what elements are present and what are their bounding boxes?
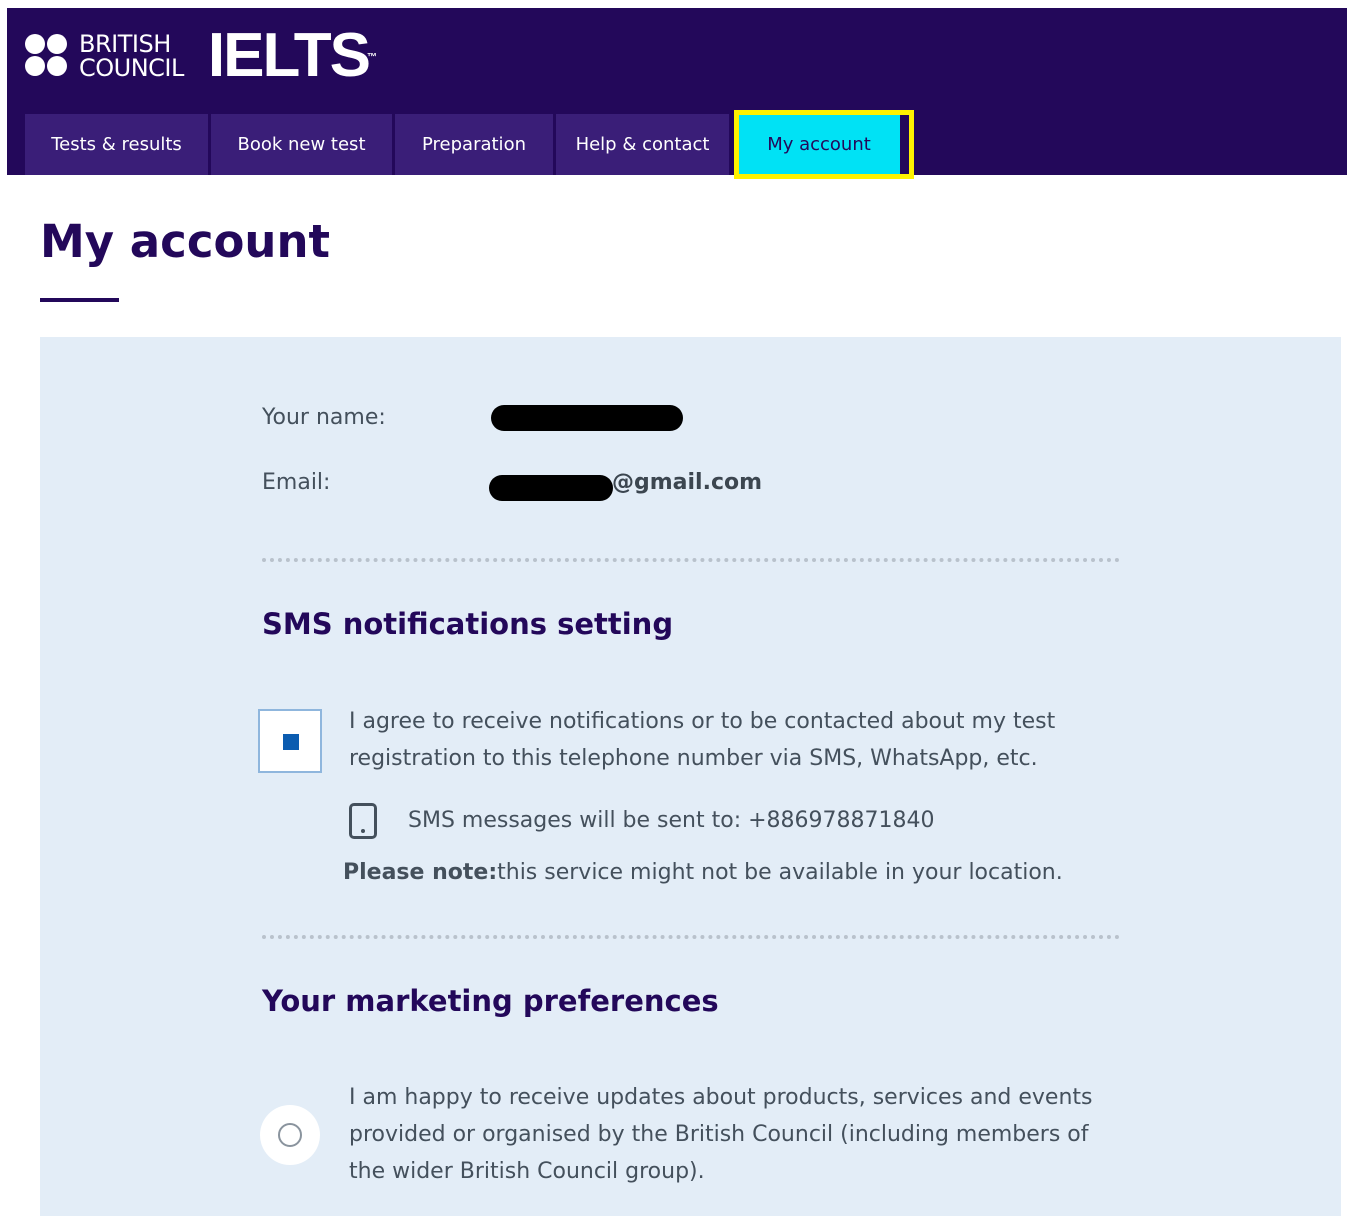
email-value: @gmail.com [612,470,763,495]
marketing-consent-radio[interactable] [260,1105,320,1165]
name-redaction [491,405,683,431]
marketing-consent-label[interactable]: I am happy to receive updates about prod… [349,1079,1093,1190]
sms-destination: SMS messages will be sent to: +886978871… [408,808,935,833]
section-divider [262,558,1120,562]
name-label: Your name: [262,405,386,430]
section-divider [262,935,1120,939]
british-council-logo-icon[interactable] [25,32,73,80]
radio-unselected-ring [278,1123,302,1147]
tab-book-new-test[interactable]: Book new test [211,114,392,175]
email-label: Email: [262,470,331,495]
checkbox-checked-mark [283,734,299,750]
note-label: Please note: [343,860,498,885]
site-header: BRITISH COUNCIL IELTS ™ Tests & results B… [7,8,1347,179]
sms-section-heading: SMS notifications setting [262,607,674,641]
sms-consent-label[interactable]: I agree to receive notifications or to b… [349,703,1055,777]
service-note: Please note:this service might not be av… [343,860,1063,885]
tab-help-contact[interactable]: Help & contact [556,114,729,175]
tab-preparation[interactable]: Preparation [395,114,553,175]
logo-row: BRITISH COUNCIL IELTS ™ [25,25,377,87]
page-title: My account [40,215,330,268]
title-underline [40,298,119,302]
tab-tests-results[interactable]: Tests & results [25,114,208,175]
tab-my-account[interactable]: My account [734,110,914,179]
british-council-wordmark: BRITISH COUNCIL [79,30,184,82]
email-redaction [489,475,613,501]
ielts-logo[interactable]: IELTS ™ [208,25,377,87]
mobile-phone-icon [349,803,377,839]
sms-consent-checkbox[interactable] [258,709,322,773]
main-nav: Tests & results Book new test Preparatio… [25,110,914,179]
marketing-section-heading: Your marketing preferences [262,984,719,1018]
phone-number: +886978871840 [748,808,935,833]
